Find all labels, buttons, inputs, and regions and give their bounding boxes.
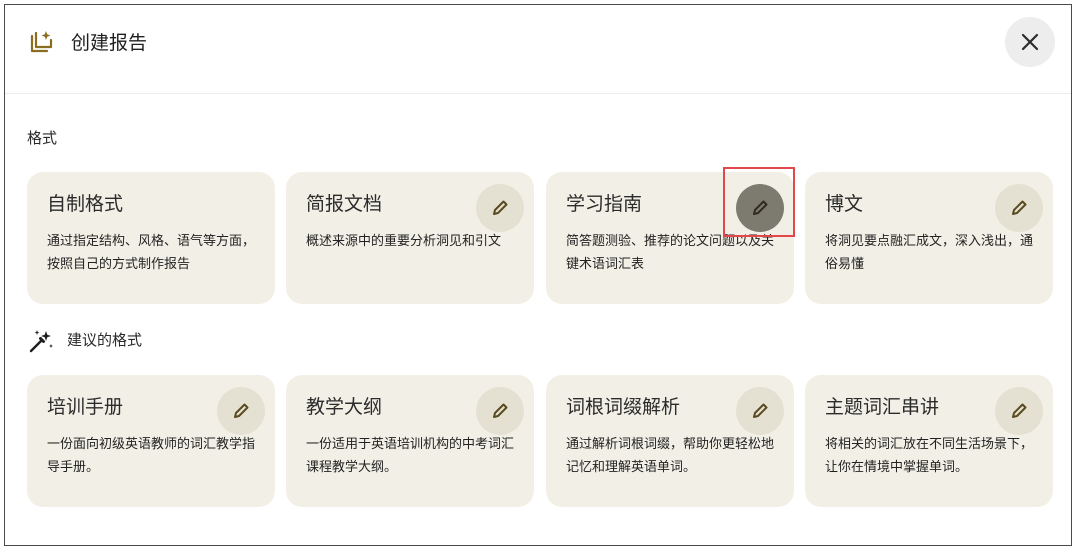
format-card-blog[interactable]: 博文 将洞见要点融汇成文，深入浅出，通俗易懂 <box>805 172 1053 304</box>
dialog-title: 创建报告 <box>71 32 148 54</box>
format-card-briefing[interactable]: 简报文档 概述来源中的重要分析洞见和引文 <box>286 172 534 304</box>
edit-button[interactable] <box>736 184 784 232</box>
edit-button[interactable] <box>995 184 1043 232</box>
report-add-icon <box>30 31 53 53</box>
pencil-icon <box>493 403 508 418</box>
suggested-card-theme-vocab[interactable]: 主题词汇串讲 将相关的词汇放在不同生活场景下，让你在情境中掌握单词。 <box>805 375 1053 507</box>
edit-button[interactable] <box>736 387 784 435</box>
close-icon <box>1021 33 1039 51</box>
card-description: 通过指定结构、风格、语气等方面，按照自己的方式制作报告 <box>47 234 256 272</box>
card-title: 简报文档 <box>306 193 383 215</box>
card-title: 自制格式 <box>47 193 124 215</box>
card-description: 简答题测验、推荐的论文问题以及关键术语词汇表 <box>566 234 775 272</box>
magic-wand-icon <box>29 330 53 353</box>
close-button[interactable] <box>1005 17 1055 67</box>
format-card-custom[interactable]: 自制格式 通过指定结构、风格、语气等方面，按照自己的方式制作报告 <box>27 172 275 304</box>
card-title: 词根词缀解析 <box>566 396 681 418</box>
format-card-study-guide[interactable]: 学习指南 简答题测验、推荐的论文问题以及关键术语词汇表 <box>546 172 794 304</box>
pencil-icon <box>1012 200 1027 215</box>
pencil-icon <box>753 403 768 418</box>
pencil-icon <box>493 200 508 215</box>
suggested-card-training-manual[interactable]: 培训手册 一份面向初级英语教师的词汇教学指导手册。 <box>27 375 275 507</box>
card-description: 将洞见要点融汇成文，深入浅出，通俗易懂 <box>825 234 1034 272</box>
dialog-header: 创建报告 <box>5 5 1071 94</box>
edit-button[interactable] <box>217 387 265 435</box>
pencil-icon <box>753 200 768 215</box>
edit-button[interactable] <box>476 387 524 435</box>
edit-button[interactable] <box>995 387 1043 435</box>
card-title: 教学大纲 <box>306 396 383 418</box>
card-description: 一份适用于英语培训机构的中考词汇课程教学大纲。 <box>306 437 515 475</box>
card-title: 培训手册 <box>47 396 124 418</box>
suggested-card-syllabus[interactable]: 教学大纲 一份适用于英语培训机构的中考词汇课程教学大纲。 <box>286 375 534 507</box>
card-description: 通过解析词根词缀，帮助你更轻松地记忆和理解英语单词。 <box>566 437 775 475</box>
card-title: 学习指南 <box>566 193 643 215</box>
card-description: 将相关的词汇放在不同生活场景下，让你在情境中掌握单词。 <box>825 437 1034 475</box>
suggested-section-label: 建议的格式 <box>67 331 143 349</box>
card-title: 主题词汇串讲 <box>825 396 940 418</box>
suggested-card-root-affix[interactable]: 词根词缀解析 通过解析词根词缀，帮助你更轻松地记忆和理解英语单词。 <box>546 375 794 507</box>
format-section-label: 格式 <box>27 129 58 147</box>
card-description: 概述来源中的重要分析洞见和引文 <box>306 234 502 249</box>
create-report-dialog: 创建报告 格式 自制格式 通过指定结构、风格、语气等方面，按照自己的方式制作报告… <box>4 4 1072 546</box>
edit-button[interactable] <box>476 184 524 232</box>
pencil-icon <box>234 403 249 418</box>
card-description: 一份面向初级英语教师的词汇教学指导手册。 <box>47 437 256 475</box>
pencil-icon <box>1012 403 1027 418</box>
card-title: 博文 <box>825 193 864 215</box>
